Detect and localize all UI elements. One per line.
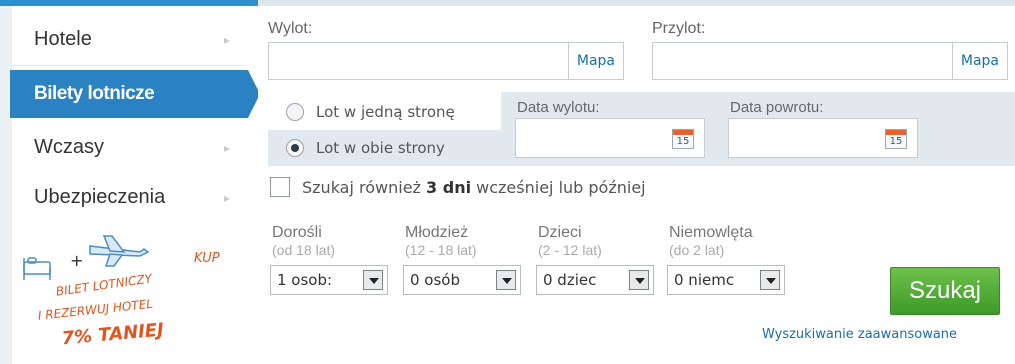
sidebar-top-border xyxy=(0,0,258,6)
youth-label: Młodzież (12 - 18 lat) xyxy=(405,224,477,258)
departure-field[interactable]: Mapa xyxy=(268,42,624,80)
youth-title: Młodzież xyxy=(405,224,469,241)
chevron-down-icon[interactable] xyxy=(760,270,780,290)
children-label: Dzieci (2 - 12 lat) xyxy=(538,224,602,258)
arrival-label: Przylot: xyxy=(652,20,706,37)
adults-label: Dorośli (od 18 lat) xyxy=(272,224,335,258)
trip-round-label: Lot w obie strony xyxy=(316,139,445,157)
promo-ticket: BILET LOTNICZY xyxy=(55,271,154,299)
youth-value: 0 osób xyxy=(410,271,461,289)
search-button[interactable]: Szukaj xyxy=(890,267,1000,315)
chevron-right-icon: ▸ xyxy=(223,140,230,155)
promo-illustration: + KUP BILET LOTNICZY I REZERWUJ HOTEL 7%… xyxy=(23,235,220,349)
youth-age: (12 - 18 lat) xyxy=(405,242,477,258)
return-date-field[interactable]: 15 xyxy=(728,118,918,158)
departure-map-link[interactable]: Mapa xyxy=(567,43,623,79)
adults-age: (od 18 lat) xyxy=(272,242,336,258)
advanced-search-link[interactable]: Wyszukiwanie zaawansowane xyxy=(762,327,957,342)
arrival-field[interactable]: Mapa xyxy=(652,42,1008,80)
adults-title: Dorośli xyxy=(272,224,322,241)
promo-banner[interactable]: + KUP BILET LOTNICZY I REZERWUJ HOTEL 7%… xyxy=(12,222,244,364)
radio-one-way[interactable] xyxy=(286,103,304,121)
calendar-day: 15 xyxy=(889,136,903,147)
departure-label: Wylot: xyxy=(268,20,313,37)
nav-item-flights[interactable]: Bilety lotnicze xyxy=(10,70,260,118)
return-date-label: Data powrotu: xyxy=(730,99,824,116)
youth-select[interactable]: 0 osób xyxy=(403,265,521,295)
children-select[interactable]: 0 dziec xyxy=(536,265,654,295)
trip-one-way-option[interactable]: Lot w jedną stronę xyxy=(286,103,455,121)
radio-round-trip[interactable] xyxy=(286,139,304,157)
nav-item-insurance[interactable]: Ubezpieczenia ▸ xyxy=(12,172,244,224)
promo-kup: KUP xyxy=(194,251,220,266)
chevron-down-icon[interactable] xyxy=(496,270,516,290)
arrival-map-link[interactable]: Mapa xyxy=(951,43,1007,79)
infants-label: Niemowlęta (do 2 lat) xyxy=(669,224,753,258)
nav-item-label: Ubezpieczenia xyxy=(34,186,166,208)
flexible-dates-label: Szukaj również 3 dni wcześniej lub późni… xyxy=(302,178,646,197)
calendar-icon[interactable]: 15 xyxy=(672,129,694,149)
promo-plus: + xyxy=(70,251,83,270)
calendar-day: 15 xyxy=(676,136,690,147)
children-value: 0 dziec xyxy=(543,271,597,289)
adults-select[interactable]: 1 osob: xyxy=(270,265,388,295)
flexible-dates-checkbox[interactable] xyxy=(270,177,290,197)
infants-age: (do 2 lat) xyxy=(669,242,725,258)
adults-value: 1 osob: xyxy=(277,271,333,289)
infants-select[interactable]: 0 niemc xyxy=(667,265,785,295)
promo-hotel: I REZERWUJ HOTEL xyxy=(37,297,153,323)
bed-icon xyxy=(23,257,51,280)
calendar-icon[interactable]: 15 xyxy=(885,129,907,149)
nav-item-hotels[interactable]: Hotele ▸ xyxy=(12,14,244,66)
flex-days: 3 dni xyxy=(426,178,472,197)
departure-date-field[interactable]: 15 xyxy=(515,118,705,158)
trip-one-way-label: Lot w jedną stronę xyxy=(316,103,455,121)
flex-prefix: Szukaj również xyxy=(302,178,427,197)
airplane-icon xyxy=(89,235,150,267)
children-title: Dzieci xyxy=(538,224,582,241)
chevron-down-icon[interactable] xyxy=(363,270,383,290)
children-age: (2 - 12 lat) xyxy=(538,242,602,258)
category-sidebar: Hotele ▸ Bilety lotnicze Wczasy ▸ Ubezpi… xyxy=(0,0,260,364)
promo-discount: 7% TANIEJ xyxy=(61,319,165,349)
trip-round-option[interactable]: Lot w obie strony xyxy=(286,139,445,157)
nav-item-label: Hotele xyxy=(34,28,92,50)
nav-item-vacations[interactable]: Wczasy ▸ xyxy=(12,122,244,174)
chevron-right-icon: ▸ xyxy=(223,190,230,205)
chevron-right-icon: ▸ xyxy=(223,32,230,47)
chevron-down-icon[interactable] xyxy=(629,270,649,290)
departure-date-label: Data wylotu: xyxy=(517,99,600,116)
infants-value: 0 niemc xyxy=(674,271,735,289)
infants-title: Niemowlęta xyxy=(669,224,753,241)
flex-suffix: wcześniej lub później xyxy=(471,178,646,197)
flight-search-widget: Hotele ▸ Bilety lotnicze Wczasy ▸ Ubezpi… xyxy=(0,0,1015,364)
sidebar-left-gutter xyxy=(0,6,12,364)
nav-item-label: Wczasy xyxy=(34,136,104,158)
nav-item-label: Bilety lotnicze xyxy=(34,83,155,104)
